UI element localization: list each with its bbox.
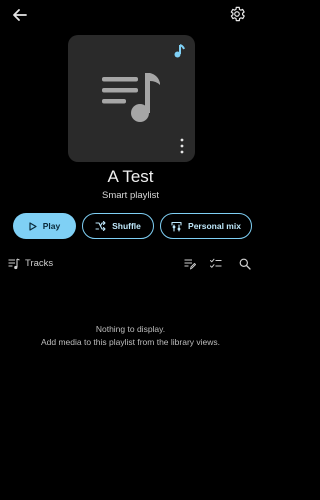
- tracks-label: Tracks: [25, 258, 54, 269]
- personal-mix-icon: [171, 221, 182, 232]
- gear-icon: [230, 6, 245, 22]
- queue-music-icon: [8, 258, 20, 270]
- personal-mix-button[interactable]: Personal mix: [160, 213, 252, 239]
- checklist-icon: [210, 258, 222, 268]
- playlist-title: A Test: [107, 167, 154, 186]
- top-app-bar: [0, 0, 261, 30]
- playlist-art-icon: [100, 71, 164, 127]
- select-tracks-button[interactable]: [210, 258, 222, 270]
- empty-state-hint: Add media to this playlist from the libr…: [40, 336, 221, 347]
- settings-button[interactable]: [228, 5, 246, 23]
- back-button[interactable]: [10, 5, 30, 25]
- playlist-subtitle: Smart playlist: [101, 190, 159, 201]
- tracks-header: Tracks: [0, 255, 261, 273]
- more-options-button[interactable]: [179, 138, 185, 154]
- play-icon: [29, 221, 37, 231]
- shuffle-button[interactable]: Shuffle: [82, 213, 154, 239]
- empty-state-title: Nothing to display.: [95, 324, 166, 334]
- play-button-label: Play: [42, 221, 61, 231]
- playlist-cover: [68, 35, 195, 162]
- search-icon: [239, 258, 251, 270]
- play-button[interactable]: Play: [13, 213, 76, 239]
- search-button[interactable]: [239, 258, 251, 270]
- edit-list-icon: [184, 259, 196, 270]
- shuffle-button-label: Shuffle: [112, 221, 141, 231]
- music-note-icon: [173, 43, 187, 59]
- personal-mix-button-label: Personal mix: [188, 221, 241, 231]
- shuffle-icon: [95, 221, 106, 231]
- edit-list-button[interactable]: [184, 258, 196, 270]
- more-vertical-icon: [180, 138, 184, 154]
- empty-state: Nothing to display. Add media to this pl…: [0, 323, 261, 348]
- back-arrow-icon: [13, 9, 27, 21]
